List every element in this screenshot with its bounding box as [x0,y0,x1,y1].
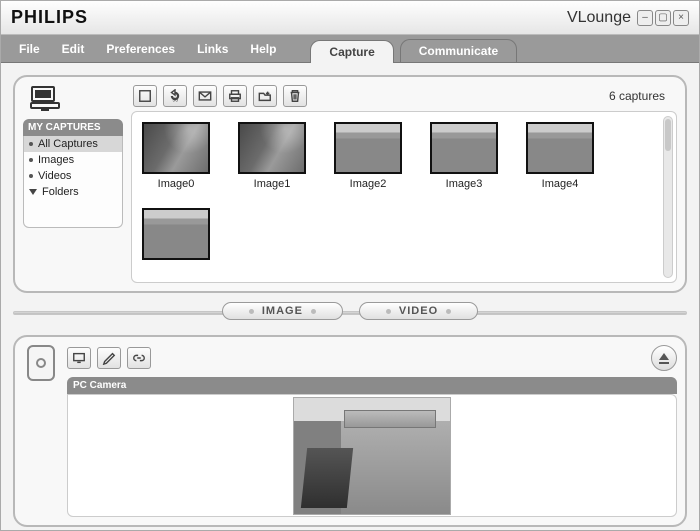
thumbnail-grid: Image0 Image1 Image2 Image3 [131,111,677,283]
thumb-image1[interactable]: Image1 [238,122,306,190]
maximize-button[interactable]: ▢ [655,10,671,26]
camera-display-button[interactable] [67,347,91,369]
captures-category-list: All Captures Images Videos Folders [23,136,123,228]
thumbnail-preview [240,124,304,172]
scrollbar-handle[interactable] [665,119,671,151]
computer-icon [29,85,61,113]
pill-label: IMAGE [262,305,303,317]
menu-file[interactable]: File [11,36,48,62]
sidebar-item-images[interactable]: Images [24,152,122,168]
thumbnail-preview [432,124,496,172]
thumb-label: Image0 [142,178,210,190]
camera-toolbar [67,345,677,371]
thumb-image4[interactable]: Image4 [526,122,594,190]
thumb-image0[interactable]: Image0 [142,122,210,190]
menubar: File Edit Preferences Links Help Capture… [1,35,699,63]
brand-logo: PHILIPS [11,7,88,28]
sidebar-item-label: All Captures [38,138,98,150]
sidebar-item-label: Folders [42,186,79,198]
bullet-icon [29,174,33,178]
bullet-icon [29,158,33,162]
tab-communicate[interactable]: Communicate [400,39,517,62]
sidebar-item-folders[interactable]: Folders [24,184,122,200]
thumb-label: Image3 [430,178,498,190]
thumbnail-preview [144,210,208,258]
camera-side-column [23,345,59,517]
eject-icon [659,353,669,360]
video-mode-button[interactable]: VIDEO [359,302,478,320]
email-icon [198,89,212,103]
sidebar-item-videos[interactable]: Videos [24,168,122,184]
delete-button[interactable] [283,85,307,107]
menu-edit[interactable]: Edit [54,36,93,62]
eject-bar-icon [659,362,669,364]
new-folder-button[interactable] [253,85,277,107]
close-button[interactable]: × [673,10,689,26]
new-folder-icon [258,89,272,103]
thumbnail-preview [528,124,592,172]
vlounge-window: PHILIPS VLounge – ▢ × File Edit Preferen… [0,0,700,531]
thumb-image2[interactable]: Image2 [334,122,402,190]
print-icon [228,89,242,103]
thumb-image3[interactable]: Image3 [430,122,498,190]
thumb-label: Image2 [334,178,402,190]
pc-camera-header: PC Camera [67,377,677,394]
sidebar-item-label: Images [38,154,74,166]
camera-main: PC Camera [67,345,677,517]
captures-toolbar: 90 6 captures [131,85,677,111]
image-mode-button[interactable]: IMAGE [222,302,343,320]
menu-links[interactable]: Links [189,36,236,62]
fullscreen-icon [138,89,152,103]
email-button[interactable] [193,85,217,107]
display-icon [72,351,86,365]
thumb-label: Image4 [526,178,594,190]
thumb-label: Image1 [238,178,306,190]
svg-text:90: 90 [172,97,178,103]
menu-help[interactable]: Help [242,36,284,62]
captures-side-column: MY CAPTURES All Captures Images Video [23,85,123,283]
tab-capture[interactable]: Capture [310,40,393,63]
pill-label: VIDEO [399,305,438,317]
delete-icon [288,89,302,103]
mode-switch-bar: IMAGE VIDEO [13,299,687,323]
titlebar: PHILIPS VLounge – ▢ × [1,1,699,35]
minimize-button[interactable]: – [637,10,653,26]
menu-preferences[interactable]: Preferences [98,36,183,62]
captures-main: 90 6 captures [131,85,677,283]
camera-panel: PC Camera [13,335,687,527]
thumb-unnamed[interactable] [142,208,210,264]
sidebar-item-all-captures[interactable]: All Captures [24,136,122,152]
thumb-scrollbar[interactable] [663,116,673,278]
eject-button[interactable] [651,345,677,371]
sidebar-item-label: Videos [38,170,71,182]
settings-icon [102,351,116,365]
camera-preview [67,394,677,517]
caret-down-icon [29,189,37,195]
rotate-icon: 90 [168,89,182,103]
fullscreen-button[interactable] [133,85,157,107]
tab-strip: Capture Communicate [310,39,517,62]
camera-settings-button[interactable] [97,347,121,369]
app-title-group: VLounge – ▢ × [567,9,689,27]
camera-preview-image [293,397,451,515]
camera-link-button[interactable] [127,347,151,369]
rotate-button[interactable]: 90 [163,85,187,107]
print-button[interactable] [223,85,247,107]
link-icon [132,351,146,365]
separator-line [13,311,687,315]
captures-count: 6 captures [609,89,675,103]
thumbnail-preview [144,124,208,172]
bullet-icon [29,142,33,146]
thumbnail-preview [336,124,400,172]
app-name: VLounge [567,9,631,27]
captures-panel: MY CAPTURES All Captures Images Video [13,75,687,293]
my-captures-box: MY CAPTURES All Captures Images Video [23,119,123,228]
speaker-icon [27,345,55,381]
my-captures-header: MY CAPTURES [23,119,123,136]
window-controls: – ▢ × [637,10,689,26]
